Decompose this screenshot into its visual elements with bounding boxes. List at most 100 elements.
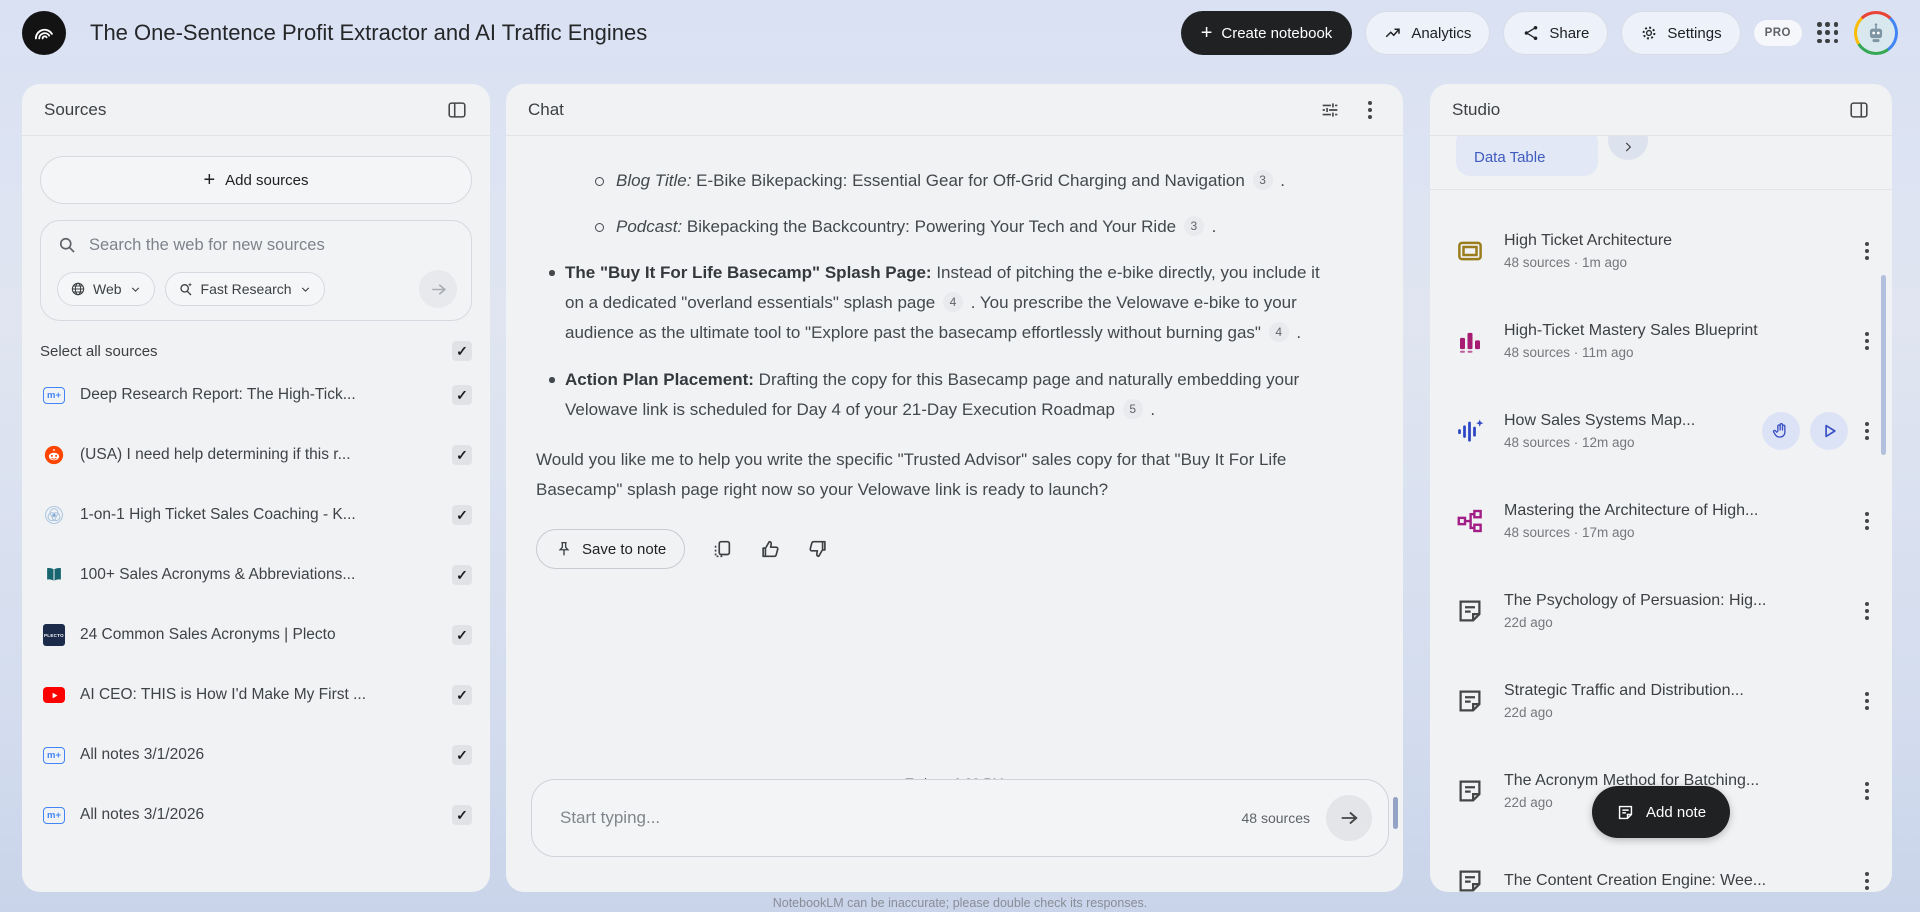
notebooklm-note-icon: m+ <box>42 383 66 407</box>
note-icon <box>1454 775 1486 807</box>
source-checkbox[interactable]: ✓ <box>452 805 472 825</box>
chat-sub-bullet: Blog Title: E-Bike Bikepacking: Essentia… <box>536 166 1321 196</box>
chat-text: . <box>1206 217 1217 236</box>
studio-panel: Studio Data Table High Ticket Architectu… <box>1430 84 1892 892</box>
send-button[interactable] <box>1326 795 1372 841</box>
source-checkbox[interactable]: ✓ <box>452 625 472 645</box>
chat-panel-title: Chat <box>528 99 564 119</box>
thumbs-up-icon[interactable] <box>759 538 781 560</box>
studio-item-menu-icon[interactable] <box>1856 690 1878 712</box>
select-all-row: Select all sources ✓ <box>40 341 472 361</box>
studio-item-menu-icon[interactable] <box>1856 780 1878 802</box>
apps-grid-icon[interactable] <box>1815 20 1841 46</box>
share-button[interactable]: Share <box>1503 11 1609 55</box>
note-icon <box>1454 865 1486 892</box>
notebooklm-logo-icon[interactable] <box>22 11 66 55</box>
studio-panel-title: Studio <box>1452 99 1501 119</box>
chat-text: Podcast: <box>616 217 683 236</box>
studio-scrollbar-thumb[interactable] <box>1881 275 1886 455</box>
copy-icon[interactable] <box>711 538 733 560</box>
studio-item-menu-icon[interactable] <box>1856 330 1878 352</box>
reddit-icon <box>42 443 66 467</box>
source-checkbox[interactable]: ✓ <box>452 505 472 525</box>
note-icon <box>1454 595 1486 627</box>
chevron-right-icon[interactable] <box>1608 136 1648 160</box>
source-list-item[interactable]: PLECTO 24 Common Sales Acronyms | Plecto ✓ <box>22 605 490 665</box>
data-table-chip[interactable]: Data Table <box>1456 136 1598 176</box>
robot-avatar-image <box>1857 14 1895 52</box>
add-sources-button[interactable]: + Add sources <box>40 156 472 204</box>
chat-text: The "Buy It For Life Basecamp" Splash Pa… <box>565 263 932 282</box>
studio-item-menu-icon[interactable] <box>1856 420 1878 442</box>
save-to-note-button[interactable]: Save to note <box>536 529 686 569</box>
chat-bullet: Action Plan Placement: Drafting the copy… <box>536 365 1321 425</box>
chat-menu-icon[interactable] <box>1359 99 1381 121</box>
play-button[interactable] <box>1810 412 1848 450</box>
studio-list-item[interactable]: The Content Creation Engine: Wee... <box>1430 836 1892 892</box>
source-checkbox[interactable]: ✓ <box>452 385 472 405</box>
studio-item-menu-icon[interactable] <box>1856 870 1878 892</box>
studio-list-item[interactable]: High Ticket Architecture 48 sources · 1m … <box>1430 206 1892 296</box>
sources-panel-header: Sources <box>22 84 490 136</box>
studio-item-menu-icon[interactable] <box>1856 510 1878 532</box>
save-to-note-label: Save to note <box>582 540 667 558</box>
studio-item-text: High Ticket Architecture 48 sources · 1m … <box>1504 232 1856 270</box>
citation-badge[interactable]: 3 <box>1252 170 1273 190</box>
chat-scrollbar-thumb[interactable] <box>1393 797 1398 829</box>
chat-text: Action Plan Placement: <box>565 370 754 389</box>
studio-list-item[interactable]: High-Ticket Mastery Sales Blueprint 48 so… <box>1430 296 1892 386</box>
source-list-item[interactable]: (USA) I need help determining if this r.… <box>22 425 490 485</box>
source-checkbox[interactable]: ✓ <box>452 685 472 705</box>
user-avatar[interactable] <box>1854 11 1898 55</box>
studio-list-item[interactable]: Mastering the Architecture of High... 48 … <box>1430 476 1892 566</box>
studio-list-item[interactable]: Strategic Traffic and Distribution... 22d… <box>1430 656 1892 746</box>
studio-item-actions <box>1762 412 1848 450</box>
citation-badge[interactable]: 3 <box>1183 216 1204 236</box>
trending-up-icon <box>1384 24 1402 42</box>
chat-text: . <box>1275 171 1286 190</box>
chat-input[interactable] <box>560 808 1242 828</box>
studio-item-menu-icon[interactable] <box>1856 600 1878 622</box>
studio-item-title: Mastering the Architecture of High... <box>1504 502 1759 519</box>
sources-panel: Sources + Add sources Web Fast Research <box>22 84 490 892</box>
studio-list-item[interactable]: How Sales Systems Map... 48 sources · 12m… <box>1430 386 1892 476</box>
analytics-button[interactable]: Analytics <box>1365 11 1491 55</box>
add-note-label: Add note <box>1646 803 1707 821</box>
studio-item-menu-icon[interactable] <box>1856 240 1878 262</box>
source-checkbox[interactable]: ✓ <box>452 565 472 585</box>
web-filter-dropdown[interactable]: Web <box>57 272 155 306</box>
studio-item-text: Strategic Traffic and Distribution... 22d… <box>1504 682 1856 720</box>
collapse-panel-icon[interactable] <box>446 99 468 121</box>
barchart-icon <box>1454 325 1486 357</box>
select-all-checkbox[interactable]: ✓ <box>452 341 472 361</box>
create-notebook-button[interactable]: + Create notebook <box>1180 11 1353 55</box>
research-mode-dropdown[interactable]: Fast Research <box>164 272 325 306</box>
source-list-item[interactable]: m+ Deep Research Report: The High-Tick...… <box>22 365 490 425</box>
search-input[interactable] <box>89 235 457 255</box>
expand-panel-icon[interactable] <box>1848 99 1870 121</box>
studio-item-text: Mastering the Architecture of High... 48 … <box>1504 502 1856 540</box>
citation-badge[interactable]: 4 <box>943 292 963 312</box>
interactive-button[interactable] <box>1762 412 1800 450</box>
search-submit-button[interactable] <box>419 270 457 308</box>
source-list-item[interactable]: 1-on-1 High Ticket Sales Coaching - K...… <box>22 485 490 545</box>
citation-badge[interactable]: 4 <box>1268 322 1289 342</box>
source-checkbox[interactable]: ✓ <box>452 745 472 765</box>
studio-list-item[interactable]: The Psychology of Persuasion: Hig... 22d … <box>1430 566 1892 656</box>
source-title: 1-on-1 High Ticket Sales Coaching - K... <box>80 506 356 523</box>
chat-text: Would you like me to help you write the … <box>536 450 1287 499</box>
citation-badge[interactable]: 5 <box>1122 399 1143 419</box>
add-note-button[interactable]: Add note <box>1592 786 1731 838</box>
note-icon <box>1454 685 1486 717</box>
tune-icon[interactable] <box>1319 99 1341 121</box>
source-list-item[interactable]: m+ All notes 3/1/2026 ✓ <box>22 725 490 785</box>
venn-icon <box>42 503 66 527</box>
settings-button[interactable]: Settings <box>1621 11 1741 55</box>
source-checkbox[interactable]: ✓ <box>452 445 472 465</box>
source-list-item[interactable]: AI CEO: THIS is How I'd Make My First ..… <box>22 665 490 725</box>
source-list-item[interactable]: 100+ Sales Acronyms & Abbreviations... ✓ <box>22 545 490 605</box>
notebooklm-note-icon: m+ <box>42 803 66 827</box>
thumbs-down-icon[interactable] <box>807 538 829 560</box>
source-list-item[interactable]: m+ All notes 3/1/2026 ✓ <box>22 785 490 845</box>
gear-icon <box>1640 24 1658 42</box>
